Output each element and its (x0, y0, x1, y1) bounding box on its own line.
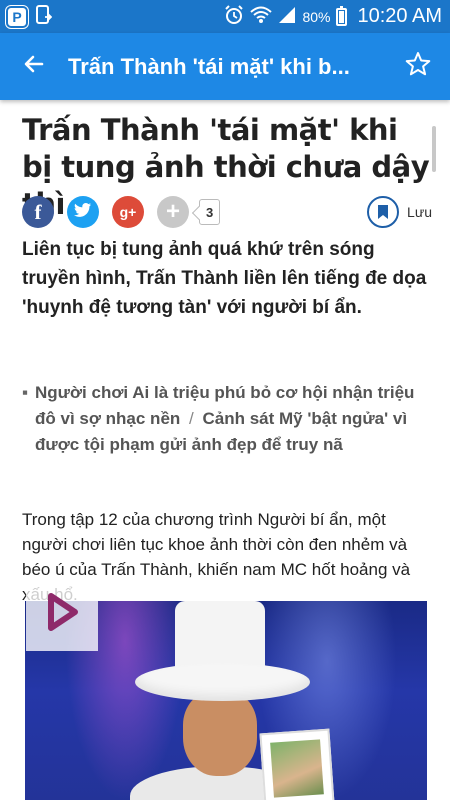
page-title: Trấn Thành 'tái mặt' khi b... (68, 53, 350, 79)
bullet-icon: ▪ (22, 383, 29, 402)
app-bar: Trấn Thành 'tái mặt' khi b... (0, 33, 450, 100)
star-outline-icon (405, 51, 431, 82)
share-count-badge: 3 (199, 199, 221, 225)
save-button[interactable]: Lưu (367, 196, 432, 228)
status-right: 80% 10:20 AM (224, 5, 442, 28)
wifi-icon (250, 6, 273, 27)
battery-percent: 80% (302, 8, 331, 25)
play-icon (43, 591, 81, 638)
alarm-icon (224, 5, 244, 28)
facebook-icon: f (34, 199, 42, 224)
more-share-button[interactable]: + (157, 196, 189, 228)
arrow-left-icon (22, 52, 46, 81)
related-links: ▪ Người chơi Ai là triệu phú bỏ cơ hội n… (22, 380, 427, 458)
save-label: Lưu (407, 204, 432, 220)
twitter-share-button[interactable] (67, 196, 99, 228)
twitter-icon (74, 202, 92, 223)
screenshot-notification-icon (36, 5, 53, 28)
battery-icon (336, 5, 348, 26)
related-separator: / (189, 409, 194, 428)
article-lead: Liên tục bị tung ảnh quá khứ trên sóng t… (22, 239, 427, 318)
google-plus-share-button[interactable]: g+ (112, 196, 144, 228)
favorite-button[interactable] (398, 47, 438, 87)
facebook-share-button[interactable]: f (22, 196, 54, 228)
bookmark-icon (367, 196, 400, 228)
status-left: P (6, 5, 53, 28)
article-content[interactable]: Trấn Thành 'tái mặt' khi bị tung ảnh thờ… (0, 100, 450, 800)
play-video-button[interactable] (26, 577, 98, 651)
share-row: f g+ + 3 Lưu (22, 196, 432, 228)
back-button[interactable] (12, 45, 56, 89)
plus-icon: + (165, 198, 180, 225)
google-plus-icon: g+ (119, 204, 137, 220)
clock: 10:20 AM (357, 5, 442, 27)
signal-icon (278, 6, 296, 27)
status-bar: P 80% 10:20 AM (0, 0, 450, 33)
scrollbar-thumb[interactable] (432, 126, 436, 172)
app-notification-icon: P (6, 5, 28, 28)
